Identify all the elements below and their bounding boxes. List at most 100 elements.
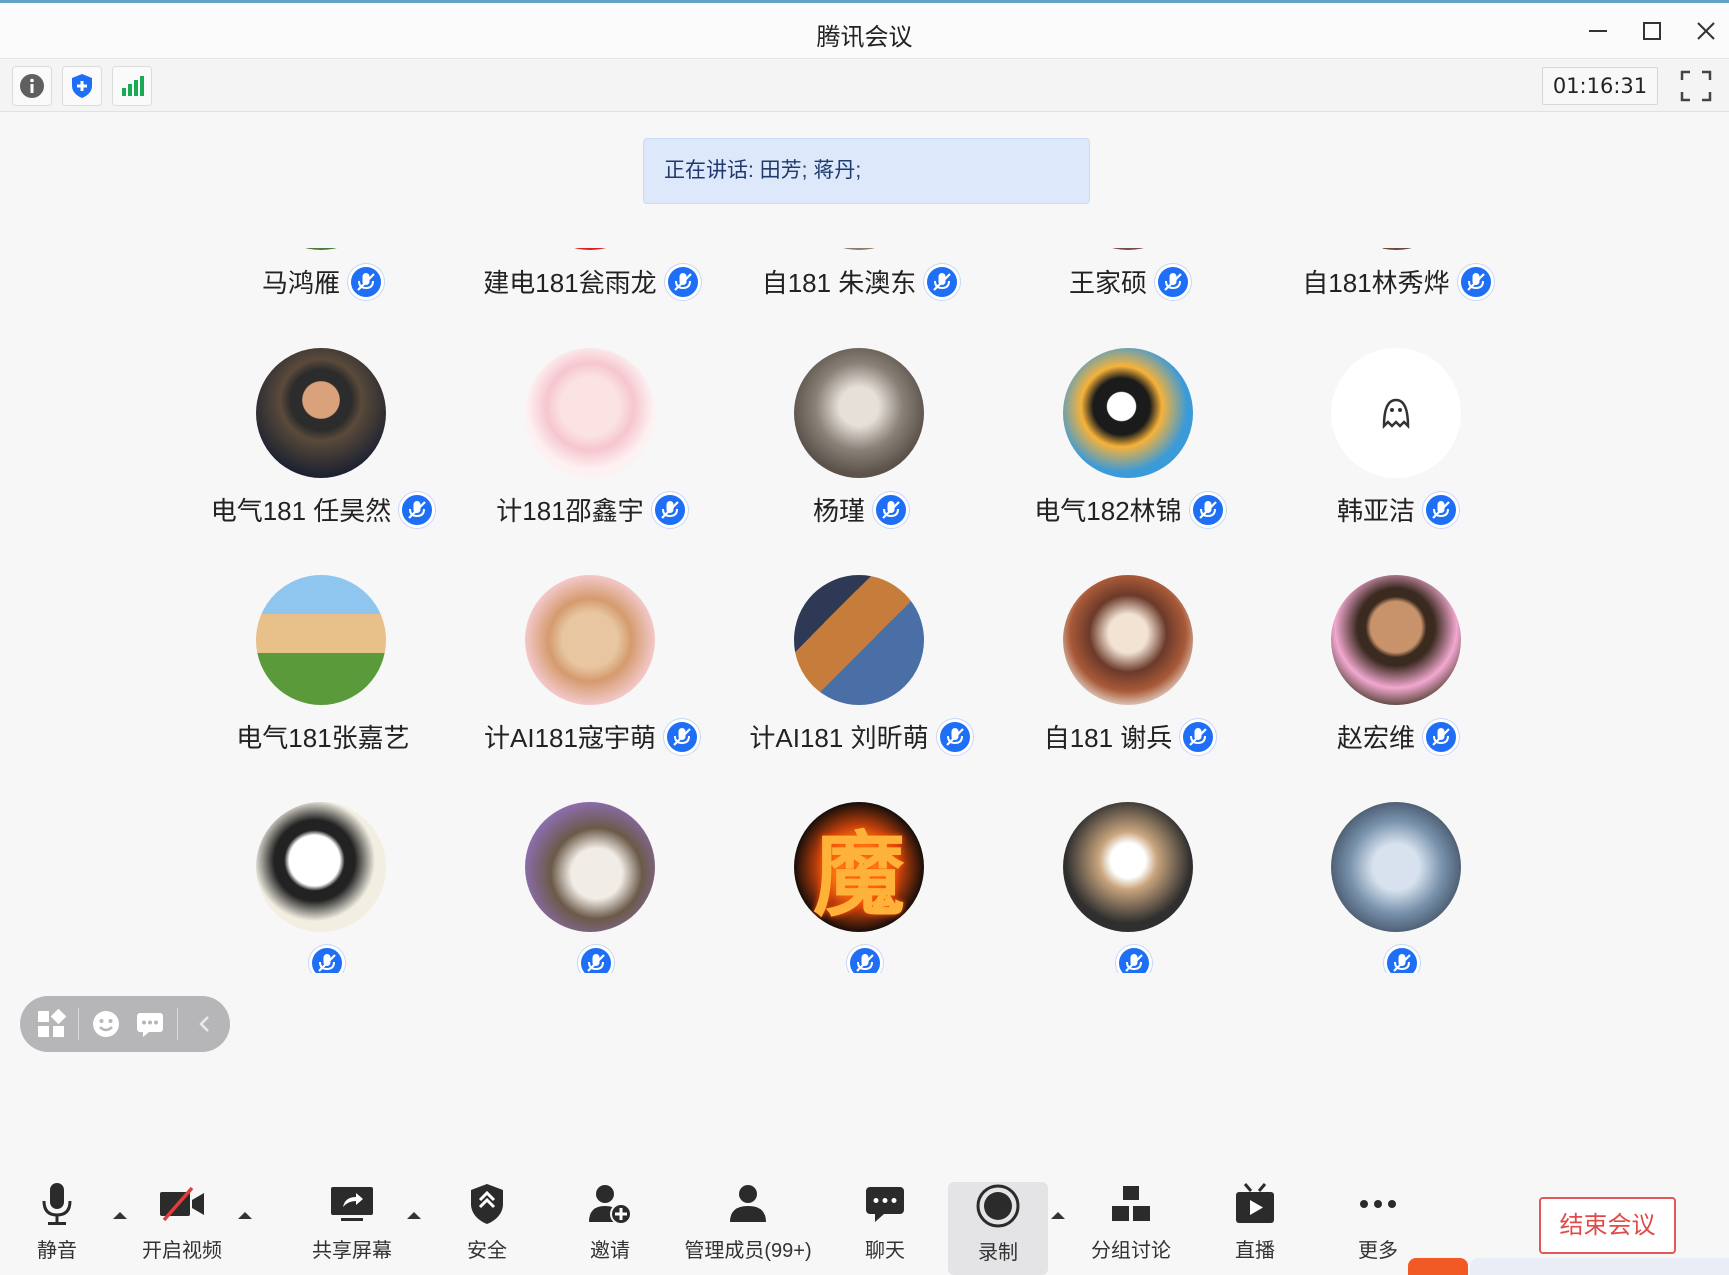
- mic-status-badge: [664, 263, 701, 300]
- close-icon: [1697, 22, 1715, 40]
- pill-divider: [78, 1008, 79, 1040]
- share-options-button[interactable]: [404, 1208, 424, 1222]
- participant-tile[interactable]: 计181邵鑫宇: [462, 348, 722, 575]
- mic-muted-icon: [1189, 727, 1208, 746]
- participant-name: 自181林秀烨: [1302, 268, 1450, 298]
- participant-tile[interactable]: 魔: [731, 802, 991, 973]
- live-stream-button[interactable]: 直播: [1200, 1180, 1310, 1270]
- participant-name-row: 电气181张嘉艺: [193, 718, 453, 755]
- participant-name: 自181 朱澳东: [761, 268, 917, 298]
- participant-tile[interactable]: 建电181瓮雨龙: [462, 248, 722, 347]
- live-stream-label: 直播: [1235, 1240, 1275, 1262]
- participant-tile[interactable]: 王家硕: [1000, 248, 1260, 347]
- participant-name: 马鸿雁: [261, 268, 340, 298]
- participant-tile[interactable]: 赵宏维: [1268, 575, 1528, 802]
- grid-layout-icon: [38, 1009, 66, 1037]
- participant-tile[interactable]: 电气182林锦: [1000, 348, 1260, 575]
- participant-tile[interactable]: 电气181张嘉艺: [193, 575, 453, 802]
- mic-status-badge: [663, 718, 700, 755]
- participant-name-row: [1000, 945, 1260, 973]
- mic-status-badge: [309, 945, 345, 973]
- end-meeting-button[interactable]: 结束会议: [1539, 1197, 1676, 1254]
- mic-status-badge: [399, 491, 436, 528]
- avatar: [1063, 802, 1193, 932]
- maximize-button[interactable]: [1632, 11, 1672, 51]
- participant-tile[interactable]: [193, 802, 453, 973]
- reactions-button[interactable]: [89, 1007, 123, 1041]
- participant-name-row: [731, 945, 991, 973]
- breakout-rooms-label: 分组讨论: [1091, 1240, 1171, 1262]
- mic-muted-icon: [1125, 954, 1143, 972]
- caret-up-icon: [1051, 1212, 1065, 1219]
- network-status-button[interactable]: [112, 66, 152, 106]
- chat-button[interactable]: 聊天: [830, 1180, 940, 1270]
- participant-name-row: 电气181 任昊然: [193, 491, 453, 528]
- video-options-button[interactable]: [235, 1208, 255, 1222]
- share-screen-button[interactable]: 共享屏幕: [297, 1180, 407, 1270]
- bullet-chat-button[interactable]: [133, 1007, 167, 1041]
- signal-icon: [122, 76, 144, 96]
- participant-tile[interactable]: 自181林秀烨: [1268, 248, 1528, 347]
- share-screen-icon: [331, 1187, 373, 1221]
- participant-tile[interactable]: 马鸿雁: [193, 248, 453, 347]
- mic-muted-icon: [673, 727, 691, 746]
- record-button[interactable]: 录制: [948, 1182, 1048, 1275]
- caret-up-icon: [407, 1212, 421, 1219]
- avatar: [794, 348, 924, 478]
- participant-name: 自181 谢兵: [1043, 723, 1173, 753]
- more-icon: [1360, 1200, 1396, 1208]
- breakout-rooms-button[interactable]: 分组讨论: [1076, 1180, 1186, 1270]
- participant-tile[interactable]: 计AI181寇宇萌: [462, 575, 722, 802]
- start-video-label: 开启视频: [142, 1240, 222, 1262]
- participant-name: 计181邵鑫宇: [496, 496, 644, 526]
- avatar: [794, 575, 924, 705]
- security-button[interactable]: 安全: [432, 1180, 542, 1270]
- chat-label: 聊天: [865, 1240, 905, 1262]
- participant-name-row: 自181 朱澳东: [731, 263, 991, 300]
- participant-name-row: [462, 945, 722, 973]
- participant-name: 韩亚洁: [1336, 496, 1415, 526]
- mute-button[interactable]: 静音: [2, 1180, 112, 1270]
- mic-status-badge: [348, 263, 384, 300]
- participant-name-row: 马鸿雁: [193, 263, 453, 300]
- avatar: [256, 802, 386, 932]
- pill-divider: [177, 1008, 178, 1040]
- avatar: [1063, 248, 1193, 250]
- participant-tile[interactable]: [1000, 802, 1260, 973]
- message-icon: [137, 1013, 163, 1037]
- collapse-pill-button[interactable]: [188, 1007, 222, 1041]
- manage-members-label: 管理成员(99+): [684, 1240, 812, 1262]
- participant-tile[interactable]: [462, 802, 722, 973]
- participant-name-row: [193, 945, 453, 973]
- participant-tile[interactable]: 电气181 任昊然: [193, 348, 453, 575]
- participant-tile[interactable]: 自181 朱澳东: [731, 248, 991, 347]
- start-video-button[interactable]: 开启视频: [127, 1180, 237, 1270]
- avatar: [1331, 575, 1461, 705]
- security-status-button[interactable]: [62, 66, 102, 106]
- mic-status-badge: [936, 718, 973, 755]
- invite-label: 邀请: [590, 1240, 630, 1262]
- floating-app-tab[interactable]: [1408, 1258, 1468, 1275]
- fullscreen-button[interactable]: [1678, 68, 1714, 104]
- participant-tile[interactable]: 计AI181 刘昕萌: [731, 575, 991, 802]
- mic-status-badge: [847, 945, 883, 973]
- participant-name-row: 赵宏维: [1268, 718, 1528, 755]
- video-off-icon: [160, 1186, 204, 1222]
- close-button[interactable]: [1686, 11, 1726, 51]
- invite-button[interactable]: 邀请: [555, 1180, 665, 1270]
- security-shield-icon: [471, 1184, 503, 1224]
- minimize-button[interactable]: [1578, 11, 1618, 51]
- participant-name: 计AI181寇宇萌: [484, 723, 656, 753]
- participant-tile[interactable]: [1268, 802, 1528, 973]
- avatar: [1331, 248, 1461, 250]
- participant-tile[interactable]: 自181 谢兵: [1000, 575, 1260, 802]
- layout-toggle-button[interactable]: [34, 1007, 68, 1041]
- mic-status-badge: [578, 945, 614, 973]
- more-button[interactable]: 更多: [1323, 1180, 1433, 1270]
- manage-members-button[interactable]: 管理成员(99+): [678, 1180, 818, 1270]
- participant-tile[interactable]: 韩亚洁: [1268, 348, 1528, 575]
- participant-tile[interactable]: 杨瑾: [731, 348, 991, 575]
- mic-muted-icon: [1466, 272, 1485, 291]
- record-options-button[interactable]: [1048, 1208, 1068, 1222]
- meeting-info-button[interactable]: [12, 66, 52, 106]
